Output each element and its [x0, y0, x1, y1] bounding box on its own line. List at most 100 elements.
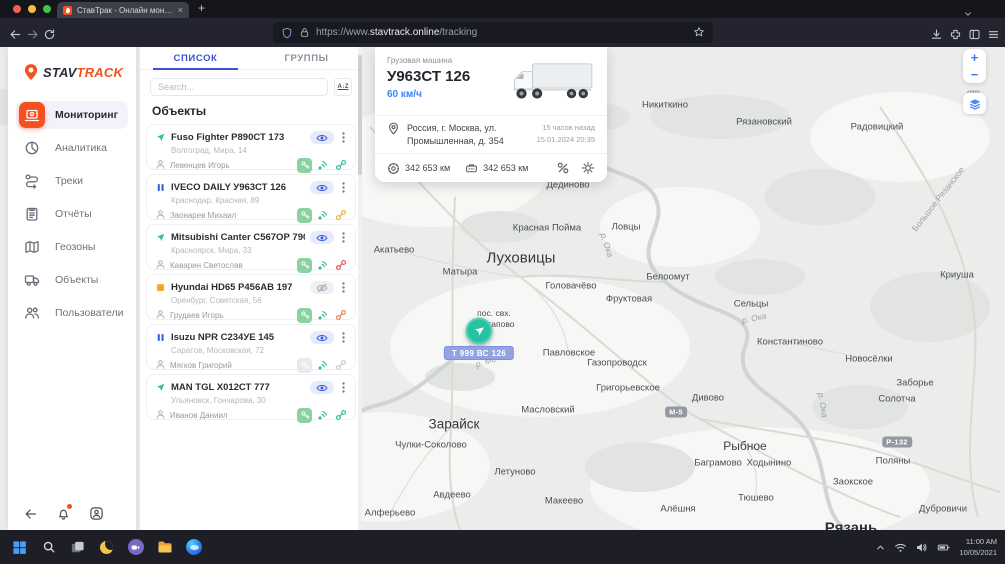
battery-icon[interactable] [936, 541, 951, 554]
zoom-in-button[interactable]: + [963, 49, 986, 66]
sidebar-item-objects[interactable]: Объекты [16, 266, 128, 294]
ignition-key-icon[interactable] [297, 408, 312, 423]
sort-az-button[interactable]: A↓Z [334, 78, 352, 96]
vehicle-address: Саратов, Московская, 72 [171, 346, 347, 355]
panel-scrollbar[interactable] [358, 47, 362, 530]
signal-icon[interactable] [316, 209, 329, 222]
downloads-icon[interactable] [930, 26, 943, 44]
tab-groups[interactable]: ГРУППЫ [251, 47, 362, 69]
visibility-eye-button[interactable] [310, 381, 334, 394]
search-input[interactable] [150, 78, 328, 96]
window-close-button[interactable] [13, 5, 21, 13]
back-button[interactable] [9, 26, 22, 44]
browser-tab[interactable]: СтавТрак - Онлайн мониторин × [57, 2, 189, 18]
more-menu-button[interactable] [339, 332, 347, 343]
tracking-protection-shield-icon[interactable] [281, 27, 293, 39]
signal-icon[interactable] [316, 309, 329, 322]
settings-gear-icon[interactable] [581, 161, 595, 175]
video-chat-app-icon[interactable] [127, 539, 144, 556]
window-maximize-button[interactable] [43, 5, 51, 13]
more-menu-button[interactable] [339, 382, 347, 393]
ignition-key-icon[interactable] [297, 158, 312, 173]
ignition-key-off-icon[interactable] [297, 358, 312, 373]
signal-icon[interactable] [316, 259, 329, 272]
vehicle-info-popup: Грузовая машина У963СТ 126 60 км/ч [375, 47, 607, 182]
sidebar-item-reports[interactable]: Отчёты [16, 200, 128, 228]
visibility-eye-button[interactable] [310, 331, 334, 344]
connection-icon[interactable] [335, 409, 347, 421]
vehicle-card[interactable]: Fuso Fighter Р890СТ 173 Волгоград, Мира,… [146, 124, 356, 170]
vehicle-map-marker[interactable] [466, 318, 493, 345]
tray-chevron-up-icon[interactable] [875, 542, 886, 553]
visibility-eye-off-button[interactable] [310, 281, 334, 294]
tab-close-button[interactable]: × [178, 6, 183, 15]
map-label: Фруктовая [606, 294, 652, 305]
more-menu-button[interactable] [339, 282, 347, 293]
signal-icon[interactable] [316, 159, 329, 172]
wifi-icon[interactable] [894, 541, 907, 554]
file-explorer-icon[interactable] [156, 539, 173, 556]
account-icon[interactable] [89, 506, 104, 521]
edge-browser-icon[interactable] [185, 539, 202, 556]
vehicle-plate: У963СТ 126 [387, 68, 470, 85]
taskbar-clock[interactable]: 11:00 AM10/05/2021 [959, 536, 997, 559]
forward-button[interactable] [26, 26, 39, 44]
connection-icon[interactable] [335, 309, 347, 321]
connection-icon[interactable] [335, 159, 347, 171]
reload-button[interactable] [43, 26, 56, 44]
extensions-icon[interactable] [949, 26, 962, 44]
window-minimize-button[interactable] [28, 5, 36, 13]
notifications-bell-icon[interactable] [56, 506, 71, 521]
visibility-eye-button[interactable] [310, 181, 334, 194]
ignition-key-icon[interactable] [297, 208, 312, 223]
more-menu-button[interactable] [339, 232, 347, 243]
vehicle-card[interactable]: Mitsubishi Canter С567ОР 790 Красноярск,… [146, 224, 356, 270]
signal-icon[interactable] [316, 359, 329, 372]
vehicle-marker-label[interactable]: Т 999 ВС 126 [444, 346, 514, 360]
connection-icon[interactable] [335, 259, 347, 271]
logo-pin-icon [22, 63, 40, 81]
taskbar-search-icon[interactable] [40, 539, 57, 556]
task-view-icon[interactable] [69, 539, 86, 556]
menu-hamburger-icon[interactable] [987, 26, 1000, 44]
volume-icon[interactable] [915, 541, 928, 554]
map-layers-button[interactable] [963, 93, 986, 114]
tab-list[interactable]: СПИСОК [140, 47, 251, 69]
ignition-key-icon[interactable] [297, 308, 312, 323]
parameters-icon[interactable] [556, 161, 570, 175]
lock-icon[interactable] [299, 27, 310, 38]
sidebar-toggle-icon[interactable] [968, 26, 981, 44]
tab-title: СтавТрак - Онлайн мониторин [77, 6, 173, 15]
url-bar[interactable]: https://www.stavtrack.online/tracking [273, 22, 713, 43]
bookmark-star-icon[interactable] [693, 24, 705, 42]
map-label: Сельцы [734, 299, 769, 310]
ignition-key-icon[interactable] [297, 258, 312, 273]
signal-icon[interactable] [316, 409, 329, 422]
new-tab-button[interactable]: + [198, 1, 205, 15]
map-label: Алёшня [660, 504, 695, 515]
vehicle-card[interactable]: MAN TGL Х012СТ 777 Ульяновск, Гончарова,… [146, 374, 356, 420]
map-label: Летуново [494, 467, 535, 478]
visibility-eye-button[interactable] [310, 231, 334, 244]
night-mode-app-icon[interactable] [98, 539, 115, 556]
sidebar-item-analytics[interactable]: Аналитика [16, 134, 128, 162]
more-menu-button[interactable] [339, 132, 347, 143]
vehicle-name: IVECO DAILY У963СТ 126 [171, 182, 305, 193]
more-menu-button[interactable] [339, 182, 347, 193]
vehicle-card[interactable]: Isuzu NPR С234УЕ 145 Саратов, Московская… [146, 324, 356, 370]
vehicle-card[interactable]: IVECO DAILY У963СТ 126 Краснодар, Красна… [146, 174, 356, 220]
truck-image [509, 58, 595, 109]
scrollbar-thumb[interactable] [358, 55, 362, 175]
status-moving-icon [155, 232, 166, 243]
visibility-eye-button[interactable] [310, 131, 334, 144]
vehicle-card[interactable]: Hyundai HD65 Р456АВ 197 Оренбург, Советс… [146, 274, 356, 320]
sidebar-item-tracks[interactable]: Треки [16, 167, 128, 195]
zoom-out-button[interactable]: − [963, 66, 986, 83]
connection-icon[interactable] [335, 209, 347, 221]
collapse-back-icon[interactable] [24, 507, 38, 521]
sidebar-item-monitoring[interactable]: Мониторинг [16, 101, 128, 129]
sidebar-item-geofences[interactable]: Геозоны [16, 233, 128, 261]
connection-icon[interactable] [335, 359, 347, 371]
start-button[interactable] [11, 539, 28, 556]
sidebar-item-users[interactable]: Пользователи [16, 299, 128, 327]
